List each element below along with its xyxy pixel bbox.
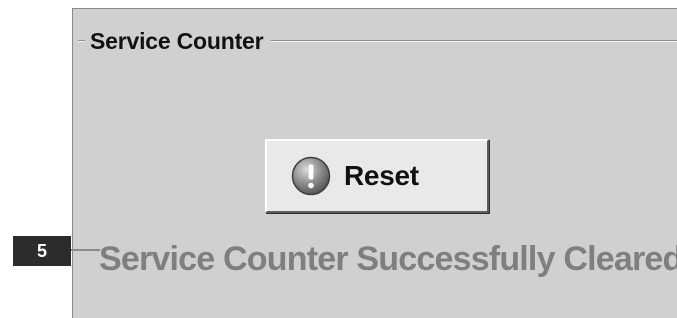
reset-button-label: Reset [344, 160, 419, 191]
alert-icon [291, 156, 331, 196]
groupbox-title: Service Counter [85, 26, 272, 56]
callout-number-badge: 5 [13, 236, 71, 266]
status-message: Service Counter Successfully Cleared [99, 240, 677, 278]
callout-leader-line [71, 249, 100, 251]
reset-button[interactable]: Reset [265, 139, 489, 213]
